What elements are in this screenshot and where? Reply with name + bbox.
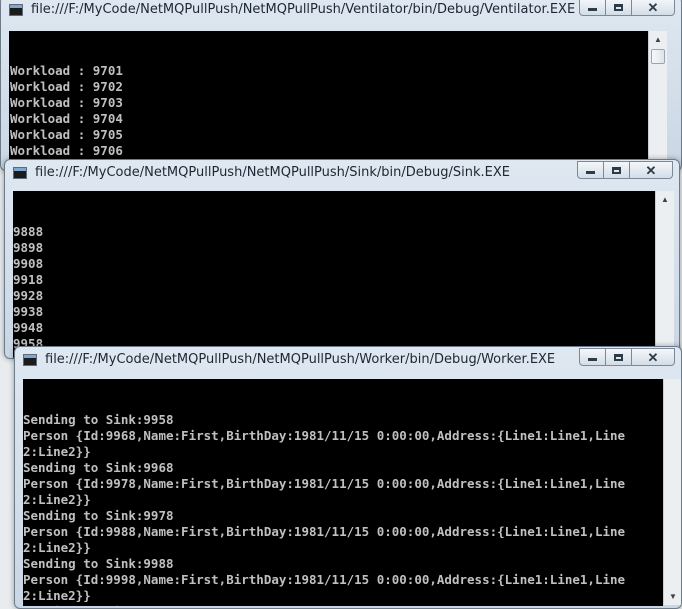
sink-console-line: 9908 [13,256,44,271]
ventilator-console-line: Workload : 9701 [10,63,123,78]
worker-console-line: 2:Line2}} [23,444,91,459]
console-app-icon [13,167,27,179]
sink-console-output: 9888989899089918992899389948995899689978 [13,191,655,358]
ventilator-console-line: Workload : 9703 [10,95,123,110]
ventilator-console-line: Workload : 9705 [10,127,123,142]
sink-maximize-button[interactable] [603,161,629,179]
sink-console-line: 9928 [13,288,44,303]
sink-window[interactable]: file:///F:/MyCode/NetMQPullPush/NetMQPul… [4,159,680,359]
ventilator-console-line: Workload : 9704 [10,111,123,126]
ventilator-window[interactable]: file:///F:/MyCode/NetMQPullPush/NetMQPul… [0,0,682,171]
worker-console-line: Person {Id:9968,Name:First,BirthDay:1981… [23,428,626,443]
sink-minimize-button[interactable] [577,161,603,179]
sink-titlebar[interactable]: file:///F:/MyCode/NetMQPullPush/NetMQPul… [5,160,679,188]
worker-console-line: Sending to Sink:9998 [23,604,663,606]
ventilator-console-line: Workload : 9702 [10,79,123,94]
worker-window[interactable]: file:///F:/MyCode/NetMQPullPush/NetMQPul… [14,346,682,609]
worker-console-output: Sending to Sink:9958 Person {Id:9968,Name… [23,379,663,606]
ventilator-console-output: Workload : 9701 Workload : 9702 Workload :… [9,31,648,170]
sink-lines: 9888989899089918992899389948995899689978 [13,224,655,358]
ventilator-scroll-thumb[interactable] [651,49,665,64]
worker-scrollbar[interactable]: ▼ [663,379,681,605]
minimize-icon [586,171,595,174]
ventilator-minimize-button[interactable] [579,0,605,16]
worker-console-line: Person {Id:9998,Name:First,BirthDay:1981… [23,572,626,587]
worker-console-line: Person {Id:9978,Name:First,BirthDay:1981… [23,476,626,491]
worker-titlebar[interactable]: file:///F:/MyCode/NetMQPullPush/NetMQPul… [15,347,681,375]
sink-title: file:///F:/MyCode/NetMQPullPush/NetMQPul… [35,165,511,180]
sink-console-line: 9888 [13,224,44,239]
ventilator-titlebar[interactable]: file:///F:/MyCode/NetMQPullPush/NetMQPul… [1,0,681,25]
worker-console-line: Sending to Sink:9978 [23,508,174,523]
worker-title: file:///F:/MyCode/NetMQPullPush/NetMQPul… [45,352,556,367]
sink-window-controls: ✕ [577,161,673,179]
scroll-down-arrow-icon[interactable]: ▼ [664,588,681,605]
worker-lines: Sending to Sink:9958 Person {Id:9968,Name… [23,412,663,606]
ventilator-maximize-button[interactable] [605,0,631,16]
sink-console-line: 9938 [13,304,44,319]
close-icon: ✕ [645,162,657,178]
scroll-up-arrow-icon[interactable]: ▲ [656,191,674,208]
console-app-icon [23,354,37,366]
worker-console-line: 2:Line2}} [23,588,91,603]
minimize-icon [588,8,597,11]
worker-console-line: Person {Id:9988,Name:First,BirthDay:1981… [23,524,626,539]
close-icon: ✕ [647,0,659,15]
sink-scrollbar[interactable]: ▲ [655,191,674,358]
maximize-icon [612,166,621,174]
worker-console-line: Sending to Sink:9958 [23,412,174,427]
close-icon: ✕ [647,349,659,365]
ventilator-close-button[interactable]: ✕ [631,0,675,16]
ventilator-scrollbar[interactable]: ▲ [648,31,667,170]
minimize-icon [588,358,597,361]
sink-console-line: 9898 [13,240,44,255]
worker-console-line: 2:Line2}} [23,492,91,507]
sink-console-line: 9948 [13,320,44,335]
worker-minimize-button[interactable] [579,348,605,366]
worker-console-line: Sending to Sink:9988 [23,556,174,571]
worker-maximize-button[interactable] [605,348,631,366]
worker-window-controls: ✕ [579,348,675,366]
ventilator-window-controls: ✕ [579,0,675,16]
scroll-up-arrow-icon[interactable]: ▲ [649,31,667,48]
maximize-icon [614,3,623,11]
ventilator-title: file:///F:/MyCode/NetMQPullPush/NetMQPul… [31,2,576,17]
ventilator-console-line: Workload : 9706 [10,143,123,158]
worker-console-line: Sending to Sink:9968 [23,460,174,475]
sink-console-line: 9918 [13,272,44,287]
sink-close-button[interactable]: ✕ [629,161,673,179]
ventilator-lines: Workload : 9701 Workload : 9702 Workload :… [10,63,648,170]
worker-console-line: 2:Line2}} [23,540,91,555]
maximize-icon [614,353,623,361]
console-app-icon [9,4,23,16]
worker-close-button[interactable]: ✕ [631,348,675,366]
